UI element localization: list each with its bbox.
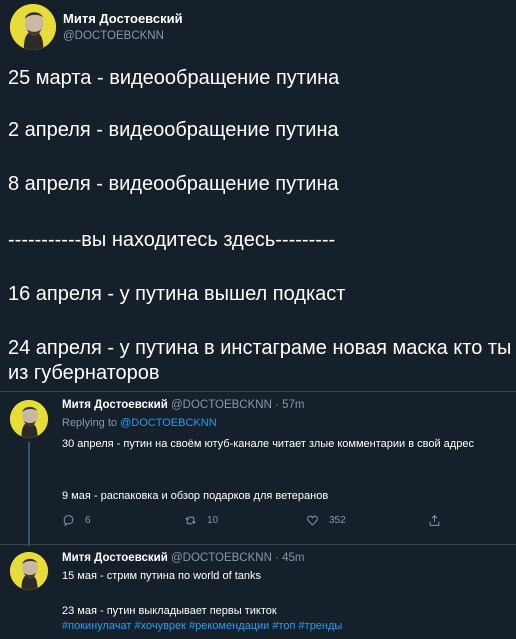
like-count: 352: [329, 515, 346, 526]
tweet-line: 24 апреля - у путина в инстаграме новая …: [8, 337, 512, 384]
avatar-portrait-image: [10, 4, 56, 50]
divider: [0, 544, 516, 545]
reply-author-name[interactable]: Митя Достоевский: [62, 399, 168, 411]
reply-header: Митя Достоевский @DOCTOEBCKNN · 57m: [62, 399, 305, 411]
retweet-icon: [185, 516, 196, 525]
replying-to: Replying to @DOCTOEBCKNN: [62, 417, 217, 429]
reply-author-name[interactable]: Митя Достоевский: [62, 552, 168, 564]
tweet-line: -----------вы находитесь здесь---------: [8, 229, 336, 251]
replying-to-handle[interactable]: @DOCTOEBCKNN: [120, 417, 217, 429]
share-button[interactable]: [428, 514, 441, 527]
reply-text: 9 мая - распаковка и обзор подарков для …: [62, 490, 329, 502]
reply-avatar[interactable]: [10, 400, 48, 438]
hashtags[interactable]: #покинулачат #хочуврек #рекомендации #то…: [62, 620, 342, 632]
reply-header: Митя Достоевский @DOCTOEBCKNN · 45m: [62, 552, 305, 564]
reply-author-handle[interactable]: @DOCTOEBCKNN: [171, 552, 272, 564]
author-name[interactable]: Митя Достоевский: [63, 11, 183, 26]
reply-button[interactable]: 6: [62, 514, 91, 527]
divider: [0, 391, 516, 392]
like-icon: [307, 515, 318, 526]
reply-timestamp[interactable]: 57m: [282, 399, 304, 411]
retweet-button[interactable]: 10: [184, 514, 218, 527]
thread-line: [28, 442, 30, 546]
share-icon: [429, 514, 440, 526]
like-button[interactable]: 352: [306, 514, 346, 527]
tweet-line: 8 апреля - видеообращение путина: [8, 173, 339, 195]
tweet-line: 2 апреля - видеообращение путина: [8, 119, 339, 141]
replying-to-label: Replying to: [62, 417, 118, 429]
reply-count: 6: [85, 515, 91, 526]
avatar-portrait-image: [10, 400, 48, 438]
reply-text: 15 мая - стрим путина по world of tanks: [62, 570, 262, 582]
separator-dot: ·: [275, 552, 279, 564]
tweet-line: 25 марта - видеообращение путина: [8, 67, 340, 89]
author-avatar[interactable]: [10, 4, 56, 50]
reply-avatar[interactable]: [10, 552, 48, 590]
retweet-count: 10: [207, 515, 219, 526]
reply-author-handle[interactable]: @DOCTOEBCKNN: [171, 399, 272, 411]
author-handle[interactable]: @DOCTOEBCKNN: [63, 30, 164, 42]
reply-text: 30 апреля - путин на своём ютуб-канале ч…: [62, 438, 474, 450]
reply-icon: [63, 515, 74, 527]
reply-timestamp[interactable]: 45m: [282, 552, 304, 564]
separator-dot: ·: [275, 399, 279, 411]
reply-text: 23 мая - путин выкладывает первы тикток: [62, 605, 277, 617]
avatar-portrait-image: [10, 552, 48, 590]
tweet-line: 16 апреля - у путина вышел подкаст: [8, 283, 346, 305]
